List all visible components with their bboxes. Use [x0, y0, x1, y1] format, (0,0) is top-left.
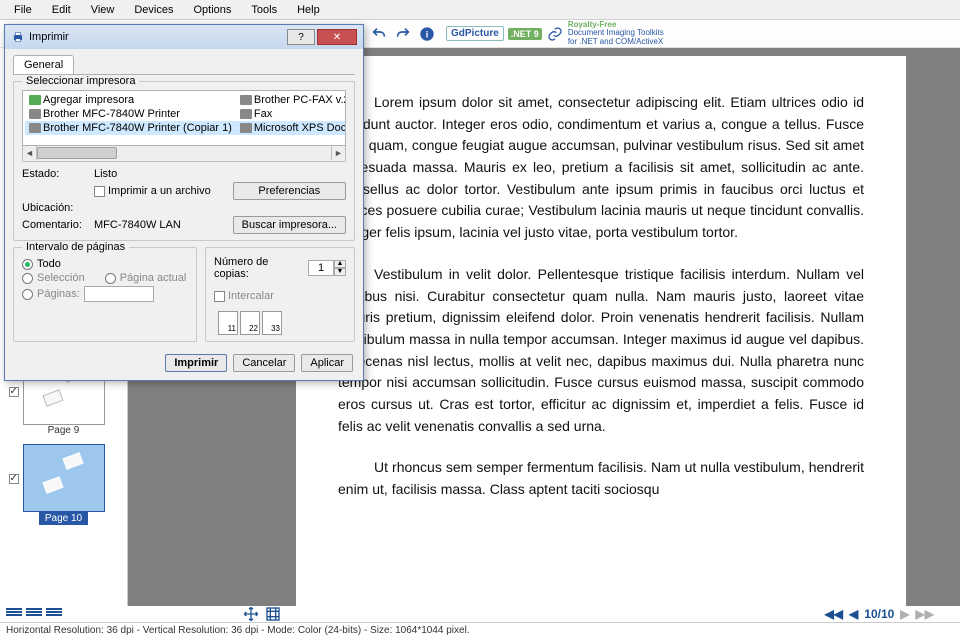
thumb-label: Page 10: [39, 512, 88, 525]
view-mode-3-icon[interactable]: [46, 608, 62, 620]
move-icon[interactable]: [242, 605, 260, 623]
scroll-thumb[interactable]: [37, 147, 117, 159]
thumb-page-10[interactable]: ✓ Page 10: [23, 444, 105, 525]
nav-first-icon[interactable]: ◀◀: [825, 607, 843, 621]
link-icon: [546, 25, 564, 43]
nav-prev-icon[interactable]: ◀: [849, 607, 858, 621]
window-close-button[interactable]: ✕: [317, 29, 357, 45]
view-toolbar: ◀◀ ◀ 10/10 ▶ ▶▶: [0, 606, 960, 622]
menu-view[interactable]: View: [81, 2, 125, 18]
pages-input[interactable]: [84, 286, 154, 302]
state-value: Listo: [94, 168, 227, 180]
spin-up-icon[interactable]: ▲: [334, 260, 346, 268]
group-label: Seleccionar impresora: [22, 75, 139, 87]
page-navigator: ◀◀ ◀ 10/10 ▶ ▶▶: [825, 607, 934, 621]
group-page-range: Intervalo de páginas Todo Selección Pági…: [13, 247, 197, 342]
thumb-checkbox[interactable]: ✓: [9, 387, 19, 397]
range-current-radio[interactable]: [105, 273, 116, 284]
find-printer-button[interactable]: Buscar impresora...: [233, 216, 346, 234]
printer-row-selected[interactable]: Brother MFC-7840W Printer (Copiar 1)Micr…: [25, 121, 346, 135]
comment-value: MFC-7840W LAN: [94, 219, 227, 231]
printer-list-hscroll[interactable]: ◄ ►: [22, 146, 346, 162]
copies-spinner[interactable]: ▲▼: [308, 260, 346, 276]
cancel-button[interactable]: Cancelar: [233, 354, 295, 372]
nav-last-icon[interactable]: ▶▶: [916, 607, 934, 621]
comment-label: Comentario:: [22, 219, 88, 231]
apply-button[interactable]: Aplicar: [301, 354, 353, 372]
menu-edit[interactable]: Edit: [42, 2, 81, 18]
menu-devices[interactable]: Devices: [124, 2, 183, 18]
view-mode-1-icon[interactable]: [6, 608, 22, 620]
thumb-checkbox[interactable]: ✓: [9, 474, 19, 484]
group-label: Intervalo de páginas: [22, 241, 129, 253]
copies-input[interactable]: [308, 260, 334, 276]
menu-help[interactable]: Help: [287, 2, 330, 18]
dialog-tabs: General: [13, 55, 355, 75]
print-dialog: Imprimir ? ✕ General Seleccionar impreso…: [4, 24, 364, 381]
printer-list[interactable]: Agregar impresoraBrother PC-FAX v.2.1 Br…: [22, 90, 346, 146]
status-bar: Horizontal Resolution: 36 dpi - Vertical…: [0, 622, 960, 640]
banner-text: Royalty-Free Document Imaging Toolkits f…: [568, 21, 664, 46]
net-badge: .NET 9: [508, 28, 542, 40]
info-icon[interactable]: i: [418, 25, 436, 43]
range-all-radio[interactable]: Todo: [22, 258, 188, 270]
scroll-right-icon[interactable]: ►: [331, 146, 345, 160]
redo-icon[interactable]: [394, 25, 412, 43]
print-button[interactable]: Imprimir: [165, 354, 227, 372]
menubar: File Edit View Devices Options Tools Hel…: [0, 0, 960, 20]
range-pages-radio[interactable]: [22, 289, 33, 300]
collate-checkbox[interactable]: Intercalar: [214, 290, 274, 302]
page-content: Lorem ipsum dolor sit amet, consectetur …: [296, 56, 906, 606]
spin-down-icon[interactable]: ▼: [334, 268, 346, 276]
menu-options[interactable]: Options: [183, 2, 241, 18]
scroll-left-icon[interactable]: ◄: [23, 146, 37, 160]
paragraph: Vestibulum in velit dolor. Pellentesque …: [338, 264, 864, 438]
print-to-file-checkbox[interactable]: Imprimir a un archivo: [94, 185, 227, 197]
dialog-titlebar[interactable]: Imprimir ? ✕: [5, 25, 363, 49]
svg-text:i: i: [426, 29, 429, 39]
view-mode-2-icon[interactable]: [26, 608, 42, 620]
printer-row[interactable]: Brother MFC-7840W PrinterFax: [25, 107, 346, 121]
paragraph: Ut rhoncus sem semper fermentum facilisi…: [338, 457, 864, 500]
range-selection-radio[interactable]: [22, 273, 33, 284]
group-copies: Número de copias: ▲▼ Intercalar 11 22 33: [205, 247, 355, 342]
menu-file[interactable]: File: [4, 2, 42, 18]
window-help-button[interactable]: ?: [287, 29, 315, 45]
copies-label: Número de copias:: [214, 256, 304, 280]
group-select-printer: Seleccionar impresora Agregar impresoraB…: [13, 81, 355, 241]
location-label: Ubicación:: [22, 202, 88, 214]
tab-general[interactable]: General: [13, 55, 74, 74]
menu-tools[interactable]: Tools: [241, 2, 287, 18]
brand-label: GdPicture: [446, 26, 504, 41]
printer-icon: [11, 30, 25, 44]
undo-icon[interactable]: [370, 25, 388, 43]
preferences-button[interactable]: Preferencias: [233, 182, 346, 200]
collate-preview: 11 22 33: [218, 311, 346, 335]
printer-add[interactable]: Agregar impresoraBrother PC-FAX v.2.1: [25, 93, 346, 107]
product-banner: GdPicture .NET 9 Royalty-Free Document I…: [446, 23, 664, 45]
nav-next-icon[interactable]: ▶: [900, 607, 909, 621]
dialog-title: Imprimir: [29, 31, 69, 43]
fit-icon[interactable]: [264, 605, 282, 623]
thumb-label: Page 9: [48, 425, 80, 436]
page-indicator: 10/10: [864, 607, 894, 621]
paragraph: Lorem ipsum dolor sit amet, consectetur …: [338, 92, 864, 244]
state-label: Estado:: [22, 168, 88, 180]
